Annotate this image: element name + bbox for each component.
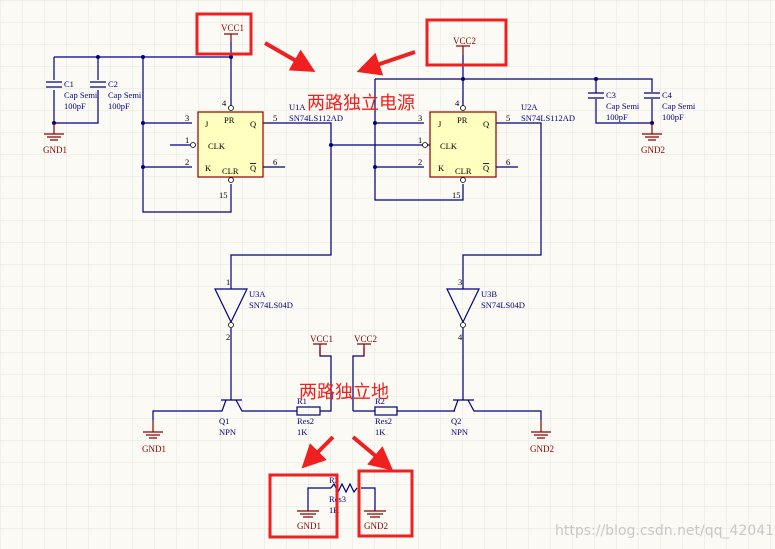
u3a-pin-out: 2 — [226, 332, 230, 342]
tie-gnd2-label: GND2 — [364, 521, 388, 531]
u3a-pin-in: 1 — [226, 277, 230, 287]
q2-type: NPN — [451, 427, 468, 437]
watermark: https://blog.csdn.net/qq_42041980 — [555, 523, 775, 539]
gnd2-port-label: GND2 — [641, 145, 665, 155]
u3a-part: SN74LS04D — [249, 300, 293, 310]
u3b-part: SN74LS04D — [481, 300, 525, 310]
q1-ref: Q1 — [219, 416, 229, 426]
q1-type: NPN — [219, 427, 236, 437]
schematic-canvas: VCC1 C1 Cap Semi 100pF C2 Cap Semi 100pF… — [0, 0, 775, 549]
u1a-pin-num-15: 15 — [219, 190, 228, 200]
r2-vcc-label: VCC2 — [354, 334, 377, 344]
u1a-pin-k: K — [205, 163, 212, 173]
u2a-pin-num-5: 5 — [506, 113, 510, 123]
r1-vcc-label: VCC1 — [310, 334, 333, 344]
r2-type: Res2 — [375, 416, 392, 426]
c4-type: Cap Semi — [662, 101, 696, 111]
u1a-pin-pr: PR — [224, 115, 235, 125]
u2a-pin-pr: PR — [457, 115, 468, 125]
u1a-pin-clr: CLR — [222, 166, 239, 176]
u2a-pin-num-1: 1 — [418, 135, 422, 145]
q2-ref: Q2 — [451, 416, 461, 426]
u2a-pin-num-15: 15 — [452, 190, 461, 200]
u1a-pin-num-3: 3 — [185, 113, 189, 123]
c1-type: Cap Semi — [64, 90, 98, 100]
u1a-pin-qbar: Q — [250, 163, 256, 173]
u2a-pin-num-2: 2 — [418, 157, 422, 167]
c3-ref: C3 — [606, 90, 616, 100]
u1a-pin-clk: CLK — [208, 141, 226, 151]
c2-value: 100pF — [108, 101, 130, 111]
u3b-pin-in: 3 — [458, 277, 462, 287]
u2a-pin-num-6: 6 — [506, 157, 510, 167]
u1a-pin-num-6: 6 — [273, 157, 277, 167]
u2a-pin-q: Q — [483, 119, 489, 129]
u1a-ref: U1A — [289, 102, 306, 112]
power-annotation: 两路独立电源 — [307, 93, 415, 114]
c2-type: Cap Semi — [108, 90, 142, 100]
schematic: VCC1 C1 Cap Semi 100pF C2 Cap Semi 100pF… — [0, 0, 775, 549]
c2-ref: C2 — [108, 79, 118, 89]
u1a-pin-q: Q — [250, 119, 256, 129]
u2a-pin-clr: CLR — [455, 166, 472, 176]
r1-type: Res2 — [297, 416, 314, 426]
r1-value: 1K — [297, 427, 308, 437]
u2a-pin-num-3: 3 — [418, 113, 422, 123]
tie-gnd1-label: GND1 — [297, 521, 321, 531]
gnd1-port-label: GND1 — [43, 145, 67, 155]
u2a-pin-clk: CLK — [440, 141, 458, 151]
u3b-ref: U3B — [481, 289, 497, 299]
vcc2-port-label: VCC2 — [453, 36, 476, 46]
q2-gnd-label: GND2 — [530, 444, 554, 454]
u3a-ref: U3A — [249, 289, 266, 299]
u1a-pin-num-5: 5 — [273, 113, 277, 123]
c1-ref: C1 — [64, 79, 74, 89]
r3-value: 1K — [329, 505, 340, 515]
vcc1-port-label: VCC1 — [221, 23, 244, 33]
q1-gnd-label: GND1 — [142, 444, 166, 454]
c3-type: Cap Semi — [606, 101, 640, 111]
u1a-part: SN74LS112AD — [289, 113, 343, 123]
u2a-part: SN74LS112AD — [521, 113, 575, 123]
u2a-pin-k: K — [438, 163, 445, 173]
u1a-pin-num-1: 1 — [185, 135, 189, 145]
c4-value: 100pF — [662, 112, 684, 122]
r2-value: 1K — [375, 427, 386, 437]
c3-value: 100pF — [606, 112, 628, 122]
u1a-pin-num-2: 2 — [185, 157, 189, 167]
c4-ref: C4 — [662, 90, 673, 100]
u2a-ref: U2A — [521, 102, 538, 112]
u2a-pin-qbar: Q — [483, 163, 489, 173]
c1-value: 100pF — [64, 101, 86, 111]
ground-annotation: 两路独立地 — [299, 382, 389, 403]
